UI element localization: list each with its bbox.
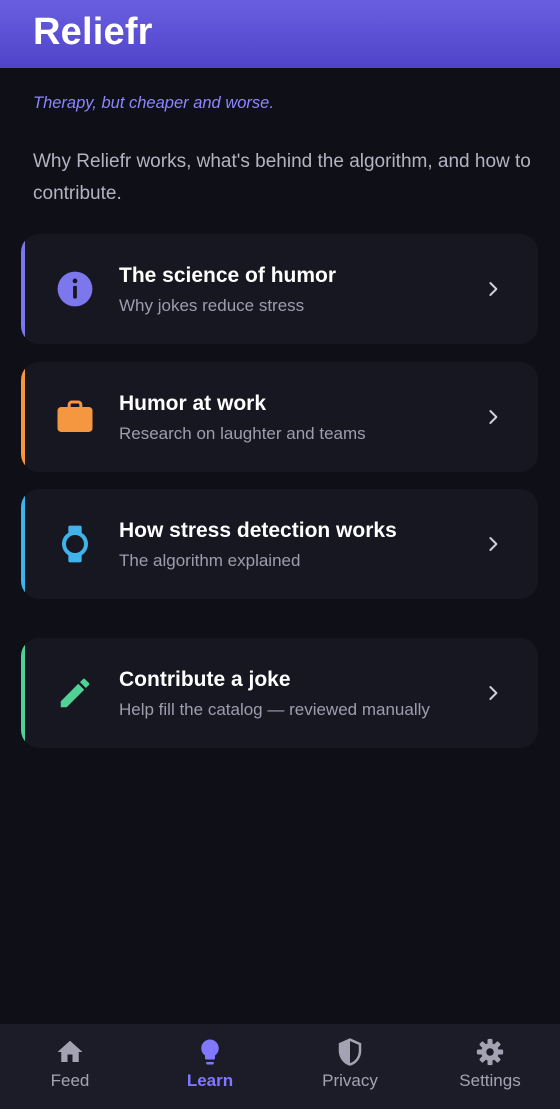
app-screen: Reliefr Therapy, but cheaper and worse. …	[0, 0, 560, 1109]
info-icon	[55, 269, 95, 309]
card-subtitle: Research on laughter and teams	[119, 424, 366, 443]
shield-icon	[338, 1038, 362, 1066]
tagline: Therapy, but cheaper and worse.	[33, 94, 274, 112]
learn-card-contribute-joke[interactable]: Contribute a joke Help fill the catalog …	[21, 638, 538, 748]
learn-card-science-of-humor[interactable]: The science of humor Why jokes reduce st…	[21, 234, 538, 344]
card-accent-bar	[21, 489, 25, 599]
card-title: How stress detection works	[119, 519, 397, 542]
nav-label: Learn	[186, 1071, 234, 1090]
card-accent-bar	[21, 362, 25, 472]
gear-icon	[476, 1038, 504, 1066]
nav-item-learn[interactable]: Learn	[140, 1024, 280, 1109]
nav-item-settings[interactable]: Settings	[420, 1024, 560, 1109]
pencil-icon	[55, 673, 95, 713]
chevron-right-icon	[489, 410, 498, 424]
learn-card-humor-at-work[interactable]: Humor at work Research on laughter and t…	[21, 362, 538, 472]
app-title: Reliefr	[33, 11, 153, 53]
card-accent-bar	[21, 638, 25, 748]
nav-label: Privacy	[322, 1071, 378, 1090]
watch-icon	[55, 524, 95, 564]
card-subtitle: Help fill the catalog — reviewed manuall…	[119, 700, 430, 719]
learn-card-stress-detection[interactable]: How stress detection works The algorithm…	[21, 489, 538, 599]
chevron-right-icon	[489, 537, 498, 551]
card-subtitle: The algorithm explained	[119, 551, 301, 570]
card-title: Humor at work	[119, 392, 267, 415]
chevron-right-icon	[489, 686, 498, 700]
card-title: Contribute a joke	[119, 668, 291, 691]
home-icon	[57, 1040, 83, 1062]
chevron-right-icon	[489, 282, 498, 296]
nav-item-privacy[interactable]: Privacy	[280, 1024, 420, 1109]
card-title: The science of humor	[119, 264, 337, 287]
bottom-navigation: Feed Learn Privacy Settings	[0, 1024, 560, 1109]
card-accent-bar	[21, 234, 25, 344]
app-header: Reliefr	[0, 0, 560, 68]
lightbulb-icon	[201, 1039, 219, 1065]
briefcase-icon	[55, 397, 95, 437]
intro-text: Why Reliefr works, what's behind the alg…	[33, 151, 531, 204]
nav-label: Settings	[459, 1071, 521, 1090]
nav-label: Feed	[50, 1071, 90, 1090]
card-subtitle: Why jokes reduce stress	[119, 296, 305, 315]
nav-item-feed[interactable]: Feed	[0, 1024, 140, 1109]
